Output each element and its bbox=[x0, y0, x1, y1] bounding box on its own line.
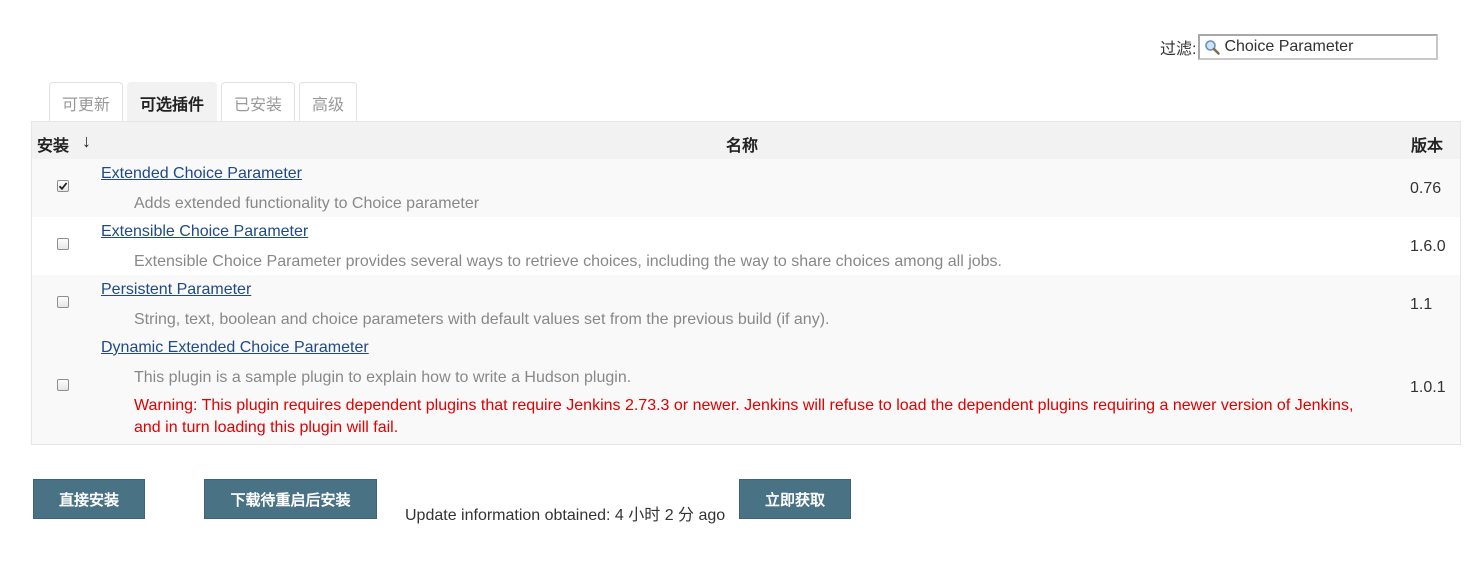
filter-bar: 过滤: bbox=[1160, 34, 1439, 60]
filter-field[interactable] bbox=[1198, 34, 1439, 60]
plugin-version: 0.76 bbox=[1410, 180, 1442, 197]
header-name[interactable]: 名称 bbox=[726, 132, 758, 156]
install-checkbox[interactable] bbox=[57, 180, 69, 192]
sort-arrow-icon[interactable]: ↓ bbox=[82, 131, 91, 152]
plugin-warning: Warning: This plugin requires dependent … bbox=[134, 397, 1354, 436]
plugin-version: 1.0.1 bbox=[1410, 379, 1446, 396]
plugin-link[interactable]: Dynamic Extended Choice Parameter bbox=[101, 339, 369, 357]
plugin-description: String, text, boolean and choice paramet… bbox=[134, 311, 830, 328]
plugin-link[interactable]: Extended Choice Parameter bbox=[101, 165, 302, 183]
tab-installed[interactable]: 已安装 bbox=[221, 82, 296, 122]
plugin-tabs: 可更新 可选插件 已安装 高级 bbox=[49, 82, 361, 122]
checkmark-icon bbox=[58, 182, 68, 191]
header-install[interactable]: 安装 bbox=[37, 132, 69, 156]
plugin-version: 1.1 bbox=[1410, 296, 1433, 313]
install-checkbox[interactable] bbox=[57, 379, 69, 391]
tab-updates[interactable]: 可更新 bbox=[49, 82, 124, 122]
check-now-button[interactable]: 立即获取 bbox=[739, 479, 851, 519]
header-version[interactable]: 版本 bbox=[1411, 132, 1443, 156]
plugin-link[interactable]: Extensible Choice Parameter bbox=[101, 223, 308, 241]
install-checkbox[interactable] bbox=[57, 296, 69, 308]
plugin-table: 安装 ↓ 名称 版本 Extended Choice Parameter Add… bbox=[31, 121, 1461, 445]
update-info: Update information obtained: 4 小时 2 分 ag… bbox=[405, 507, 726, 524]
install-now-button[interactable]: 直接安装 bbox=[33, 479, 145, 519]
plugin-description: Adds extended functionality to Choice pa… bbox=[134, 195, 480, 212]
table-header: 安装 ↓ 名称 版本 bbox=[32, 122, 1460, 159]
plugin-description: Extensible Choice Parameter provides sev… bbox=[134, 253, 1002, 270]
tab-available[interactable]: 可选插件 bbox=[127, 82, 218, 122]
plugin-version: 1.6.0 bbox=[1410, 238, 1446, 255]
install-checkbox[interactable] bbox=[57, 238, 69, 250]
filter-label: 过滤: bbox=[1160, 41, 1197, 58]
download-restart-button[interactable]: 下载待重启后安装 bbox=[204, 479, 377, 519]
tab-advanced[interactable]: 高级 bbox=[299, 82, 358, 122]
plugin-link[interactable]: Persistent Parameter bbox=[101, 281, 251, 299]
table-row: Persistent Parameter String, text, boole… bbox=[32, 275, 1460, 333]
filter-input[interactable] bbox=[1224, 38, 1430, 56]
search-icon bbox=[1205, 40, 1221, 55]
table-row: Dynamic Extended Choice Parameter This p… bbox=[32, 333, 1460, 444]
table-row: Extensible Choice Parameter Extensible C… bbox=[32, 217, 1460, 275]
plugin-description: This plugin is a sample plugin to explai… bbox=[134, 369, 632, 386]
table-row: Extended Choice Parameter Adds extended … bbox=[32, 159, 1460, 217]
